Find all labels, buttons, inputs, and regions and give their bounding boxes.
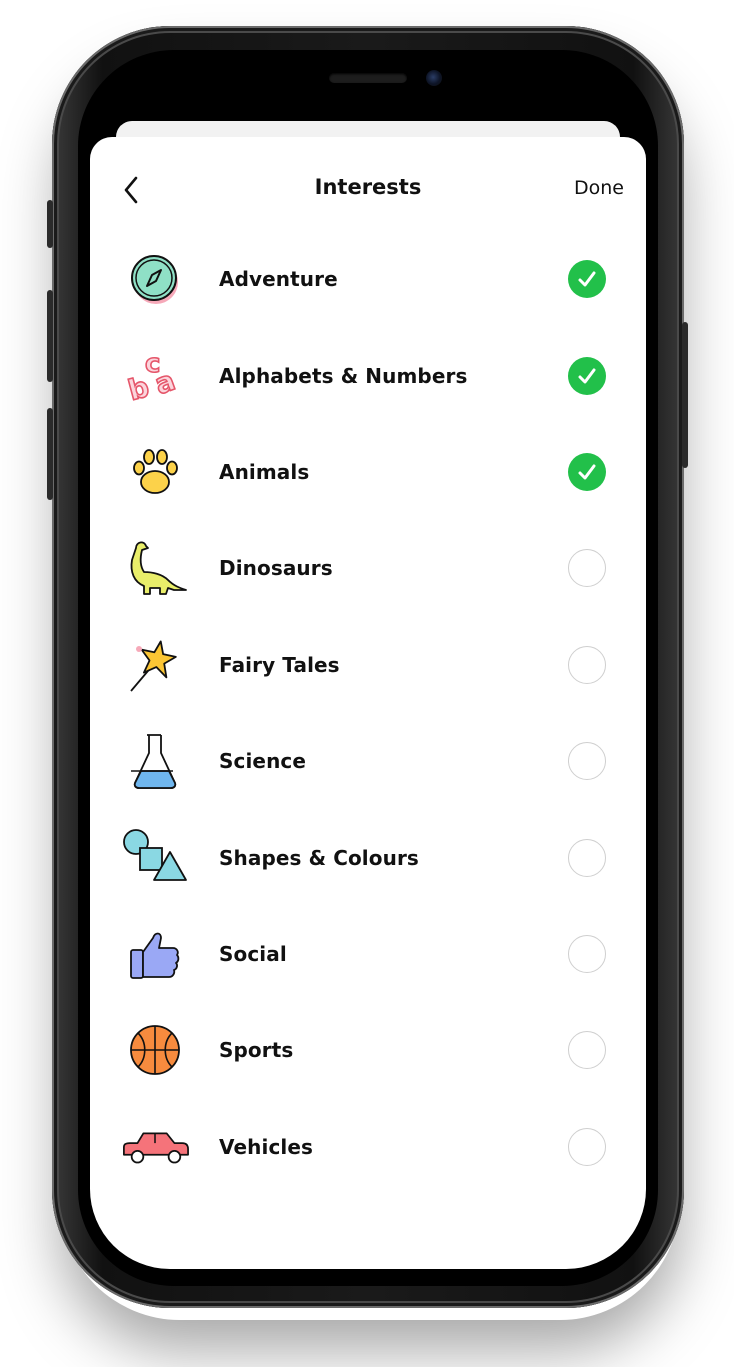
interests-sheet: Interests Done Adventure c b a Alphabets… [90,137,646,1269]
interest-row-science[interactable]: Science [90,713,646,809]
interest-label: Vehicles [219,1134,314,1159]
unselected-checkbox[interactable] [568,549,606,588]
svg-text:a: a [150,363,179,400]
speaker-grille [329,73,407,83]
interest-label: Sports [219,1038,294,1063]
car-icon [120,1115,190,1179]
unselected-checkbox[interactable] [568,645,606,684]
interest-label: Science [219,749,307,774]
interest-row-shapes-colours[interactable]: Shapes & Colours [90,809,646,905]
selected-checkbox[interactable] [568,356,606,395]
mute-switch [47,200,53,248]
selected-checkbox[interactable] [568,452,606,491]
thumbs-up-icon [120,922,190,986]
paw-icon [120,440,190,504]
page-title: Interests [314,175,422,199]
interest-row-fairy-tales[interactable]: Fairy Tales [90,617,646,713]
interest-label: Fairy Tales [219,652,340,677]
interest-row-adventure[interactable]: Adventure [90,231,646,327]
unselected-checkbox[interactable] [568,838,606,877]
interest-label: Alphabets & Numbers [219,363,468,388]
flask-icon [120,729,190,793]
volume-down-button [47,408,53,500]
interest-label: Adventure [219,267,338,292]
compass-icon [120,247,190,311]
magic-wand-icon [120,633,190,697]
interest-row-social[interactable]: Social [90,906,646,1002]
checkmark-icon [578,368,596,384]
letters-icon: c b a [120,344,190,408]
checkmark-icon [578,271,596,287]
unselected-checkbox[interactable] [568,1031,606,1070]
interest-row-vehicles[interactable]: Vehicles [90,1099,646,1195]
interest-label: Social [219,941,287,966]
interest-label: Dinosaurs [219,556,333,581]
interests-list: Adventure c b a Alphabets & Numbers Anim… [90,231,646,1195]
interest-row-sports[interactable]: Sports [90,1002,646,1098]
basketball-icon [120,1018,190,1082]
shapes-icon [120,826,190,890]
done-button[interactable]: Done [574,177,624,199]
interest-row-animals[interactable]: Animals [90,424,646,520]
front-camera [426,70,442,86]
checkmark-icon [578,464,596,480]
unselected-checkbox[interactable] [568,1127,606,1166]
interest-row-alphabets-numbers[interactable]: c b a Alphabets & Numbers [90,327,646,423]
volume-up-button [47,290,53,382]
interest-label: Shapes & Colours [219,845,419,870]
power-button [682,322,688,468]
selected-checkbox[interactable] [568,260,606,299]
unselected-checkbox[interactable] [568,934,606,973]
unselected-checkbox[interactable] [568,742,606,781]
interest-label: Animals [219,459,310,484]
interest-row-dinosaurs[interactable]: Dinosaurs [90,520,646,616]
dinosaur-icon [120,536,190,600]
navigation-header: Interests Done [90,163,646,219]
